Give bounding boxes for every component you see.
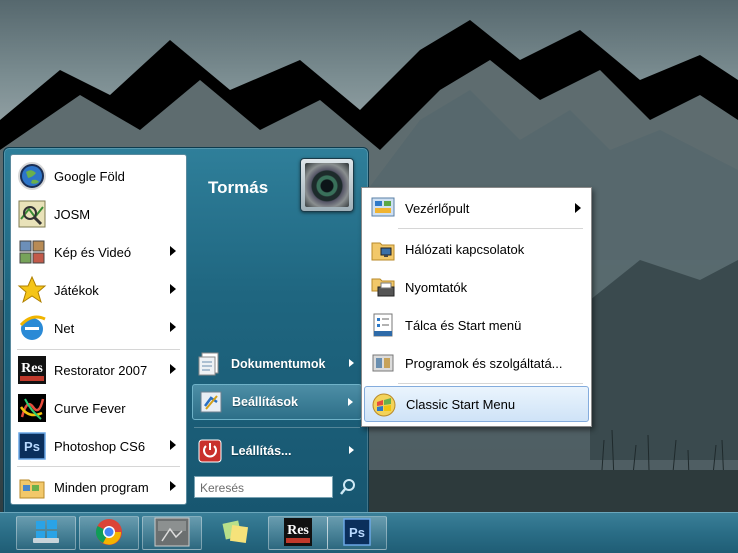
submenu-item-classic-start-menu[interactable]: Classic Start Menu	[364, 386, 589, 422]
separator	[17, 466, 180, 467]
separator	[398, 228, 583, 229]
menu-item-net[interactable]: Net	[13, 310, 184, 346]
menu-item-label: Játékok	[54, 282, 99, 298]
windows-logo-icon	[30, 518, 62, 549]
menu-item-label: Beállítások	[232, 395, 299, 409]
menu-item-dokumentumok[interactable]: Dokumentumok	[192, 346, 362, 382]
taskbar-restorator-button[interactable]: Res	[268, 516, 328, 550]
pictures-icon	[16, 236, 48, 268]
restorator-icon: Res	[16, 354, 48, 386]
menu-item-label: Dokumentumok	[231, 357, 326, 371]
chrome-icon	[94, 517, 124, 550]
svg-text:Res: Res	[21, 361, 43, 376]
submenu-arrow-icon	[170, 364, 176, 374]
settings-icon	[196, 387, 226, 417]
programs-features-icon	[367, 347, 399, 379]
menu-item-restorator-2007[interactable]: Res Restorator 2007	[13, 352, 184, 388]
classic-start-menu-icon	[368, 388, 400, 420]
menu-item-label: Curve Fever	[54, 400, 126, 416]
submenu-arrow-icon	[170, 246, 176, 256]
submenu-arrow-icon	[170, 322, 176, 332]
menu-item-photoshop-cs6[interactable]: Ps Photoshop CS6	[13, 428, 184, 464]
submenu-arrow-icon	[348, 398, 353, 406]
submenu-item-label: Vezérlőpult	[405, 200, 470, 216]
taskbar: Res Ps	[0, 512, 738, 553]
start-menu: Google Föld JOSM Kép és Videó Játékok Ne…	[3, 147, 369, 514]
photoshop-icon: Ps	[16, 430, 48, 462]
submenu-item-talca-es-start-menu[interactable]: Tálca és Start menü	[364, 307, 589, 343]
user-avatar[interactable]	[300, 158, 354, 212]
submenu-item-label: Tálca és Start menü	[405, 317, 522, 333]
taskbar-chrome-button[interactable]	[79, 516, 139, 550]
menu-item-label: Google Föld	[54, 168, 125, 184]
josm-icon	[16, 198, 48, 230]
menu-item-minden-program[interactable]: Minden program	[13, 469, 184, 505]
menu-item-label: Leállítás...	[231, 444, 292, 458]
separator	[398, 383, 583, 384]
google-earth-icon	[16, 160, 48, 192]
svg-text:Ps: Ps	[349, 525, 365, 540]
menu-item-beallitasok[interactable]: Beállítások	[192, 384, 362, 420]
menu-item-google-fold[interactable]: Google Föld	[13, 158, 184, 194]
menu-item-label: JOSM	[54, 206, 91, 222]
submenu-item-programok-es-szolgaltatasok[interactable]: Programok és szolgáltatá...	[364, 345, 589, 381]
taskbar-icon	[367, 309, 399, 341]
programs-folder-icon	[16, 471, 48, 503]
separator	[194, 427, 360, 428]
menu-item-label: Restorator 2007	[54, 362, 148, 378]
submenu-arrow-icon	[349, 359, 354, 367]
submenu-item-vezerlopult[interactable]: Vezérlőpult	[364, 190, 589, 226]
taskbar-sticky-notes-button[interactable]	[205, 516, 265, 550]
submenu-arrow-icon	[575, 203, 581, 213]
menu-item-curve-fever[interactable]: Curve Fever	[13, 390, 184, 426]
curve-fever-icon	[16, 392, 48, 424]
shutdown-icon	[195, 436, 225, 466]
internet-explorer-icon	[16, 312, 48, 344]
user-name: Tormás	[208, 178, 269, 197]
control-panel-icon	[367, 192, 399, 224]
network-connections-icon	[367, 233, 399, 265]
submenu-item-label: Programok és szolgáltatá...	[405, 355, 563, 371]
svg-text:Res: Res	[287, 523, 309, 538]
window-thumbnail-icon	[154, 517, 190, 550]
submenu-item-label: Classic Start Menu	[406, 396, 516, 412]
submenu-item-label: Hálózati kapcsolatok	[405, 241, 525, 257]
menu-item-label: Photoshop CS6	[54, 438, 146, 454]
taskbar-window-button[interactable]	[142, 516, 202, 550]
star-icon	[16, 274, 48, 306]
menu-item-leallitas[interactable]: Leállítás...	[192, 433, 362, 469]
eye-avatar-image	[305, 163, 349, 207]
taskbar-photoshop-button[interactable]: Ps	[327, 516, 387, 550]
menu-item-kep-es-video[interactable]: Kép és Videó	[13, 234, 184, 270]
restorator-icon: Res	[283, 517, 313, 550]
start-button[interactable]	[16, 516, 76, 550]
settings-submenu: Vezérlőpult Hálózati kapcsolatok Nyomtat…	[361, 187, 592, 427]
sticky-notes-icon	[219, 518, 251, 549]
menu-item-jatekok[interactable]: Játékok	[13, 272, 184, 308]
printers-icon	[367, 271, 399, 303]
submenu-item-nyomtatok[interactable]: Nyomtatók	[364, 269, 589, 305]
programs-list: Google Föld JOSM Kép és Videó Játékok Ne…	[10, 154, 187, 505]
submenu-arrow-icon	[170, 481, 176, 491]
menu-item-label: Minden program	[54, 479, 149, 495]
submenu-arrow-icon	[170, 284, 176, 294]
submenu-item-label: Nyomtatók	[405, 279, 468, 295]
menu-item-label: Net	[54, 320, 75, 336]
search-icon[interactable]	[339, 478, 357, 496]
submenu-item-halozati-kapcsolatok[interactable]: Hálózati kapcsolatok	[364, 231, 589, 267]
documents-icon	[195, 349, 225, 379]
submenu-arrow-icon	[170, 440, 176, 450]
svg-text:Ps: Ps	[24, 439, 40, 454]
menu-item-label: Kép és Videó	[54, 244, 132, 260]
photoshop-icon: Ps	[342, 517, 372, 550]
submenu-arrow-icon	[349, 446, 354, 454]
menu-item-josm[interactable]: JOSM	[13, 196, 184, 232]
separator	[17, 349, 180, 350]
search-input[interactable]: Keresés	[194, 476, 333, 498]
